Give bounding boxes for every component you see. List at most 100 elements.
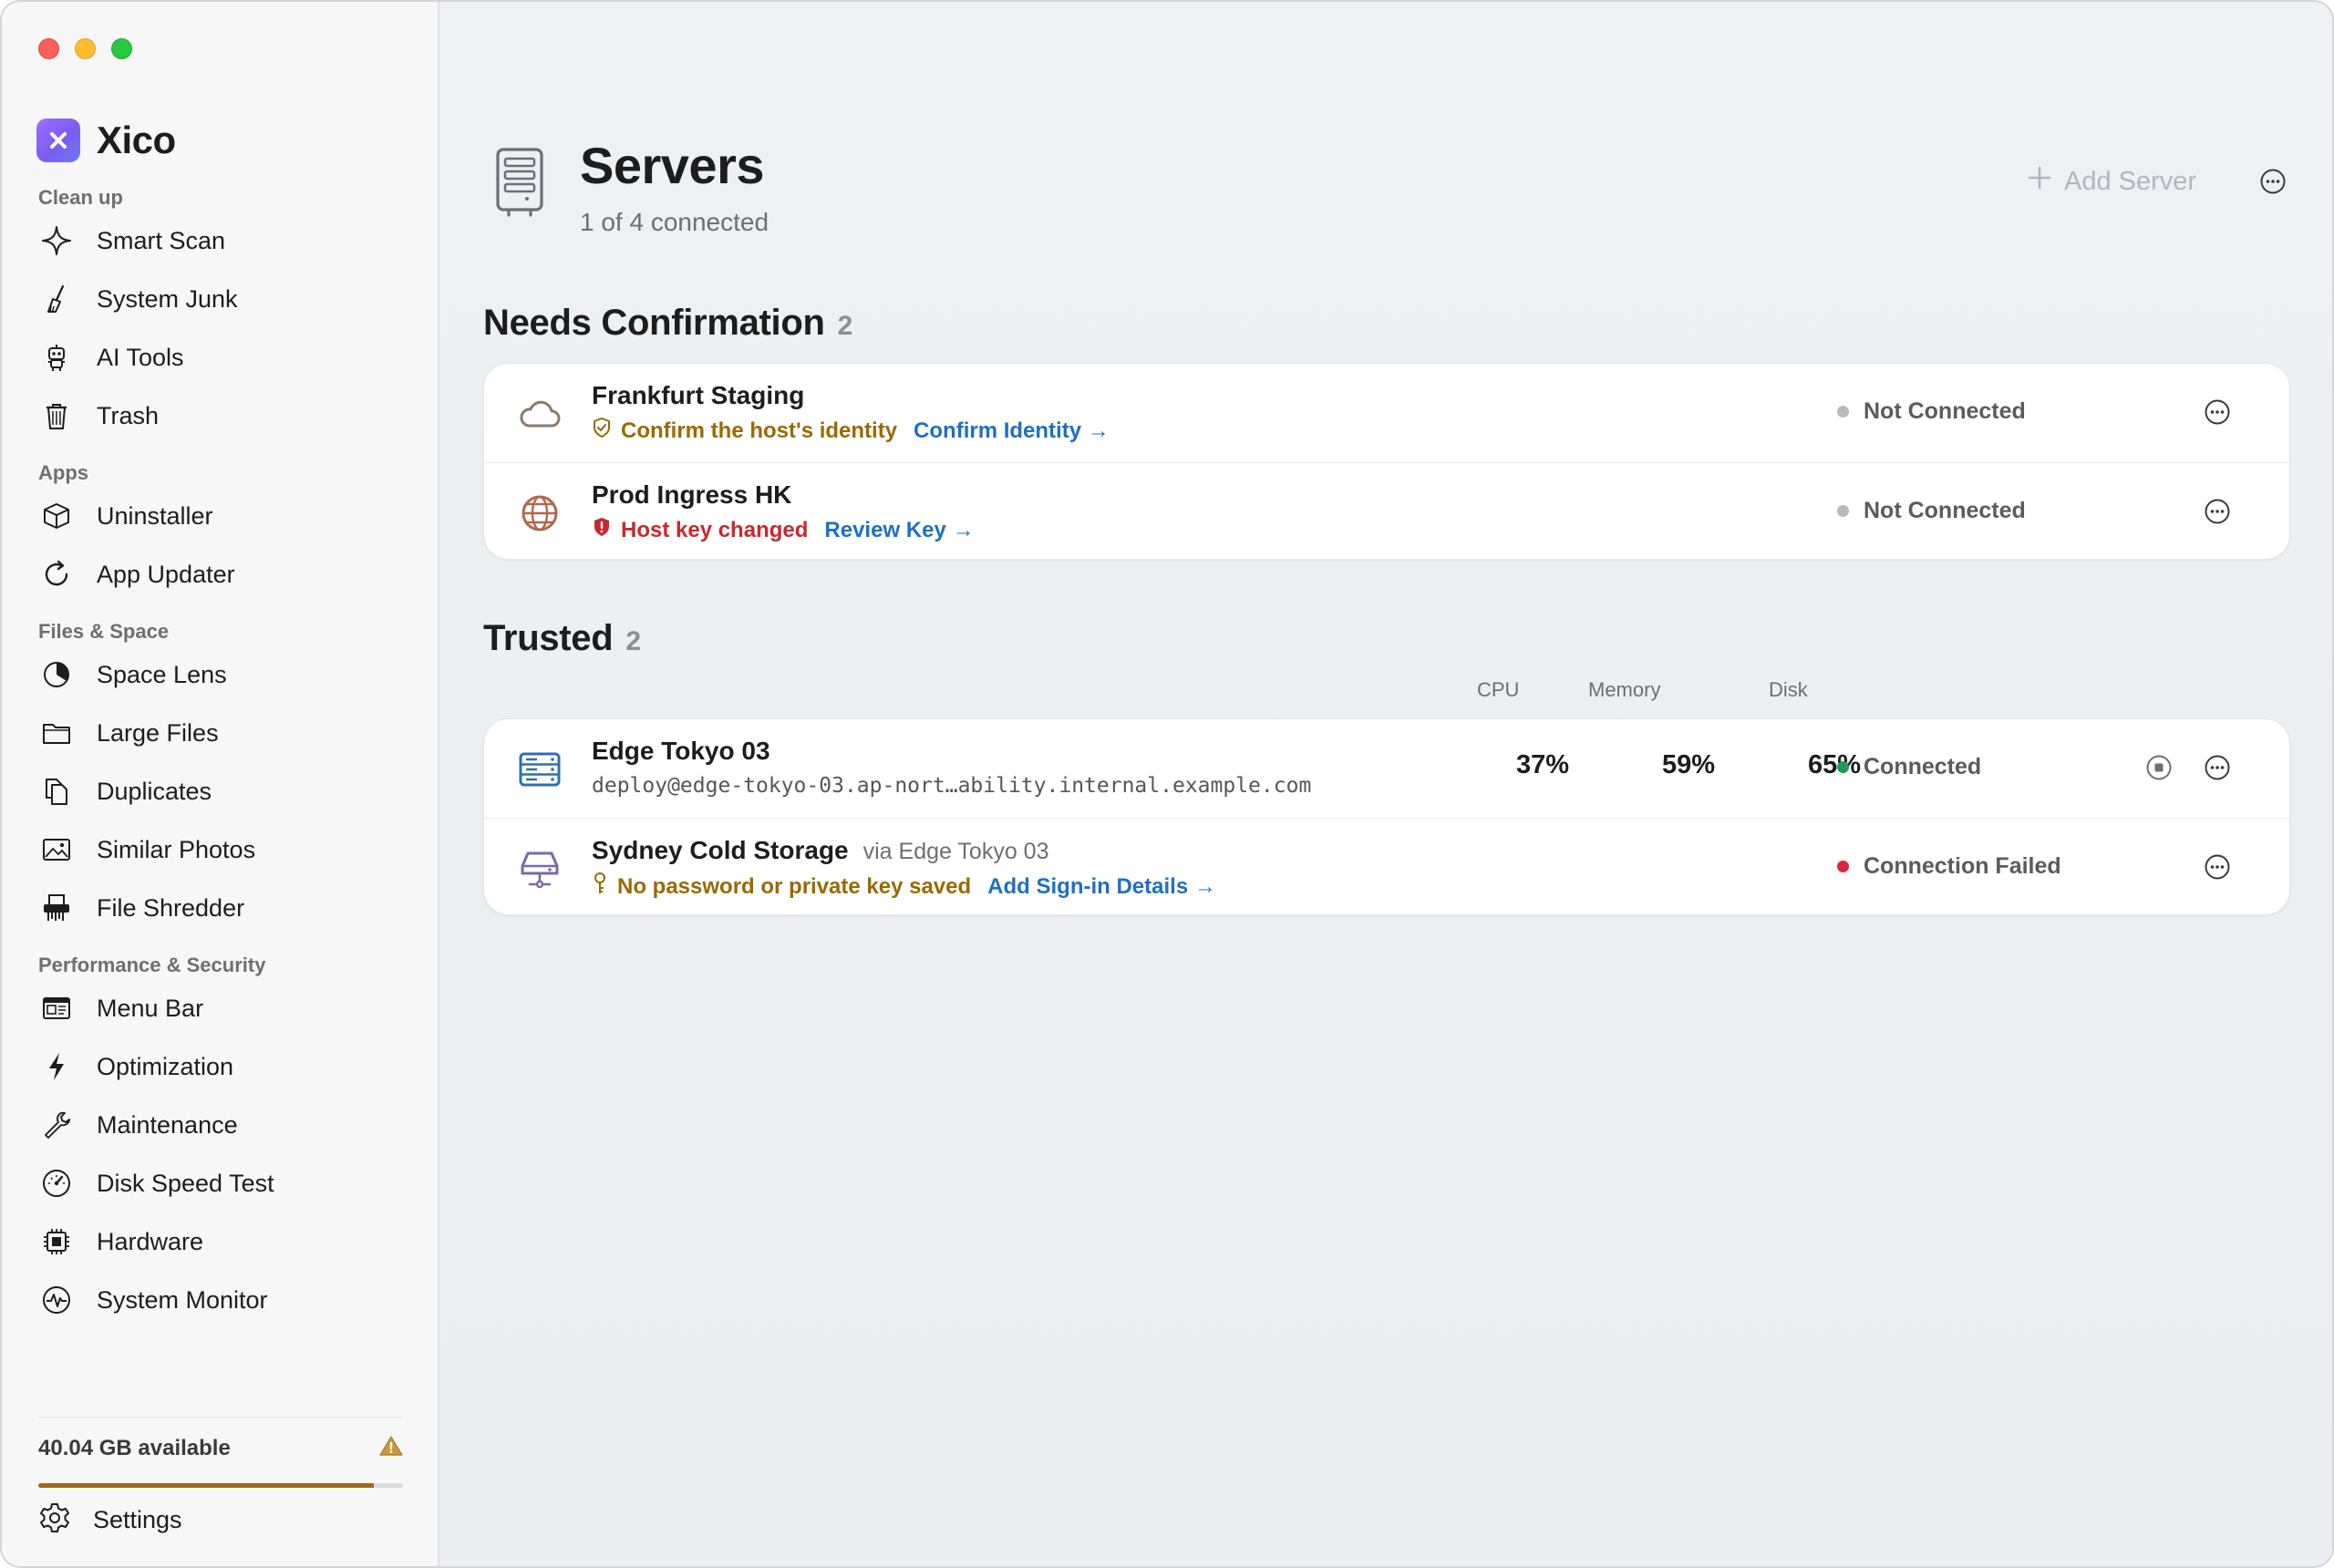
- drive-network-icon: [517, 846, 563, 892]
- server-message: Confirm the host's identity Confirm Iden…: [592, 417, 1110, 445]
- main-content: Servers 1 of 4 connected Add Server Need…: [439, 2, 2332, 1566]
- sidebar-item-maintenance[interactable]: Maintenance: [2, 1096, 438, 1154]
- bolt-icon: [38, 1048, 75, 1085]
- sidebar-item-label: System Monitor: [97, 1285, 268, 1314]
- zoom-window-button[interactable]: [111, 38, 132, 59]
- sidebar-item-label: File Shredder: [97, 893, 245, 922]
- server-name: Prod Ingress HK: [592, 480, 792, 509]
- shield-alert-icon: [592, 516, 612, 544]
- status-dot: [1837, 861, 1849, 872]
- page-subtitle: 1 of 4 connected: [580, 208, 769, 236]
- storage-bar-fill: [38, 1483, 374, 1488]
- add-server-label: Add Server: [2064, 166, 2197, 196]
- status-dot: [1837, 761, 1849, 773]
- connection-status: Not Connected: [1837, 498, 2026, 524]
- sidebar-item-label: System Junk: [97, 284, 238, 313]
- sidebar-item-hardware[interactable]: Hardware: [2, 1212, 438, 1271]
- column-header-disk: Disk: [1769, 678, 1808, 701]
- server-message: Host key changed Review Key →: [592, 516, 974, 544]
- column-header-cpu: CPU: [1477, 678, 1520, 701]
- sidebar-item-uninstaller[interactable]: Uninstaller: [2, 487, 438, 545]
- globe-icon: [517, 490, 563, 536]
- window-controls: [38, 38, 132, 59]
- robot-icon: [38, 339, 75, 376]
- sidebar-item-app-updater[interactable]: App Updater: [2, 545, 438, 603]
- sidebar-item-smart-scan[interactable]: Smart Scan: [2, 211, 438, 270]
- key-icon: [592, 872, 608, 902]
- sidebar-item-similar-photos[interactable]: Similar Photos: [2, 820, 438, 879]
- sidebar-item-trash[interactable]: Trash: [2, 387, 438, 445]
- group-title-text: Needs Confirmation: [483, 303, 825, 343]
- review-key-link[interactable]: Review Key →: [824, 518, 974, 543]
- warning-icon: [379, 1435, 403, 1461]
- server-host: deploy@edge-tokyo-03.ap-nort…ability.int…: [592, 774, 1312, 798]
- add-server-button[interactable]: Add Server: [2028, 166, 2196, 197]
- sidebar-item-label: Smart Scan: [97, 226, 226, 254]
- status-text: Connected: [1864, 754, 1982, 779]
- sidebar-item-disk-speed-test[interactable]: Disk Speed Test: [2, 1154, 438, 1212]
- minimize-window-button[interactable]: [75, 38, 96, 59]
- sidebar-item-space-lens[interactable]: Space Lens: [2, 645, 438, 704]
- sidebar-item-system-monitor[interactable]: System Monitor: [2, 1271, 438, 1329]
- add-sign-in-details-link[interactable]: Add Sign-in Details →: [987, 874, 1216, 900]
- warning-message: No password or private key saved: [617, 873, 972, 899]
- group-title-trusted: Trusted 2: [483, 618, 641, 659]
- sidebar-item-label: Menu Bar: [97, 994, 204, 1022]
- page-header: Servers 1 of 4 connected: [492, 137, 769, 237]
- server-row-sydney-cold-storage[interactable]: Sydney Cold Storage via Edge Tokyo 03 No …: [484, 818, 2289, 916]
- sidebar-item-label: Trash: [97, 401, 160, 429]
- sidebar-item-large-files[interactable]: Large Files: [2, 704, 438, 762]
- settings-button[interactable]: Settings: [38, 1501, 182, 1539]
- connection-status: Connected: [1837, 754, 1981, 780]
- sparkle-icon: [38, 222, 75, 259]
- shield-check-icon: [592, 417, 612, 445]
- status-text: Not Connected: [1864, 398, 2026, 424]
- row-more-button[interactable]: [2202, 851, 2233, 882]
- server-icon: [492, 146, 547, 221]
- ellipsis-circle-icon: [2260, 169, 2286, 194]
- section-title-apps: Apps: [38, 461, 88, 484]
- plus-icon: [2028, 166, 2051, 197]
- app-window: Xico Clean up Smart Scan System Junk AI …: [0, 0, 2334, 1568]
- row-more-button[interactable]: [2202, 752, 2233, 783]
- gauge-icon: [38, 1165, 75, 1202]
- server-row-edge-tokyo-03[interactable]: Edge Tokyo 03 deploy@edge-tokyo-03.ap-no…: [484, 719, 2289, 818]
- photo-icon: [38, 831, 75, 868]
- row-more-button[interactable]: [2202, 496, 2233, 527]
- pulse-icon: [38, 1282, 75, 1318]
- sidebar-item-label: Duplicates: [97, 777, 212, 805]
- sidebar-item-duplicates[interactable]: Duplicates: [2, 762, 438, 820]
- status-dot: [1837, 505, 1849, 517]
- server-name: Frankfurt Staging: [592, 381, 805, 409]
- error-message: Host key changed: [621, 517, 809, 542]
- confirm-identity-link[interactable]: Confirm Identity →: [914, 418, 1110, 444]
- stop-circle-icon: [2146, 755, 2172, 780]
- shredder-icon: [38, 890, 75, 926]
- sidebar-item-label: Maintenance: [97, 1110, 238, 1139]
- storage-available-text: 40.04 GB available: [38, 1435, 231, 1460]
- server-row-frankfurt-staging[interactable]: Frankfurt Staging Confirm the host's ide…: [484, 364, 2289, 462]
- sidebar-item-system-junk[interactable]: System Junk: [2, 270, 438, 328]
- close-window-button[interactable]: [38, 38, 59, 59]
- sidebar-item-label: Similar Photos: [97, 835, 256, 863]
- group-count: 2: [837, 311, 853, 341]
- disconnect-button[interactable]: [2143, 752, 2174, 783]
- sidebar-item-file-shredder[interactable]: File Shredder: [2, 879, 438, 937]
- sidebar-item-ai-tools[interactable]: AI Tools: [2, 328, 438, 387]
- gear-icon: [38, 1501, 71, 1539]
- status-text: Connection Failed: [1864, 853, 2061, 879]
- more-options-button[interactable]: [2259, 168, 2287, 200]
- sidebar-item-menu-bar[interactable]: Menu Bar: [2, 979, 438, 1037]
- group-title-text: Trusted: [483, 618, 614, 658]
- group-title-needs-confirmation: Needs Confirmation 2: [483, 303, 852, 344]
- section-title-files-space: Files & Space: [38, 620, 170, 643]
- status-dot: [1837, 406, 1849, 418]
- sidebar-item-label: Optimization: [97, 1052, 234, 1080]
- server-rack-icon: [517, 747, 563, 792]
- server-name-text: Sydney Cold Storage: [592, 836, 849, 864]
- trusted-list: Edge Tokyo 03 deploy@edge-tokyo-03.ap-no…: [483, 718, 2290, 915]
- needs-confirmation-list: Frankfurt Staging Confirm the host's ide…: [483, 363, 2290, 560]
- server-row-prod-ingress-hk[interactable]: Prod Ingress HK Host key changed Review …: [484, 462, 2289, 561]
- row-more-button[interactable]: [2202, 397, 2233, 428]
- sidebar-item-optimization[interactable]: Optimization: [2, 1037, 438, 1096]
